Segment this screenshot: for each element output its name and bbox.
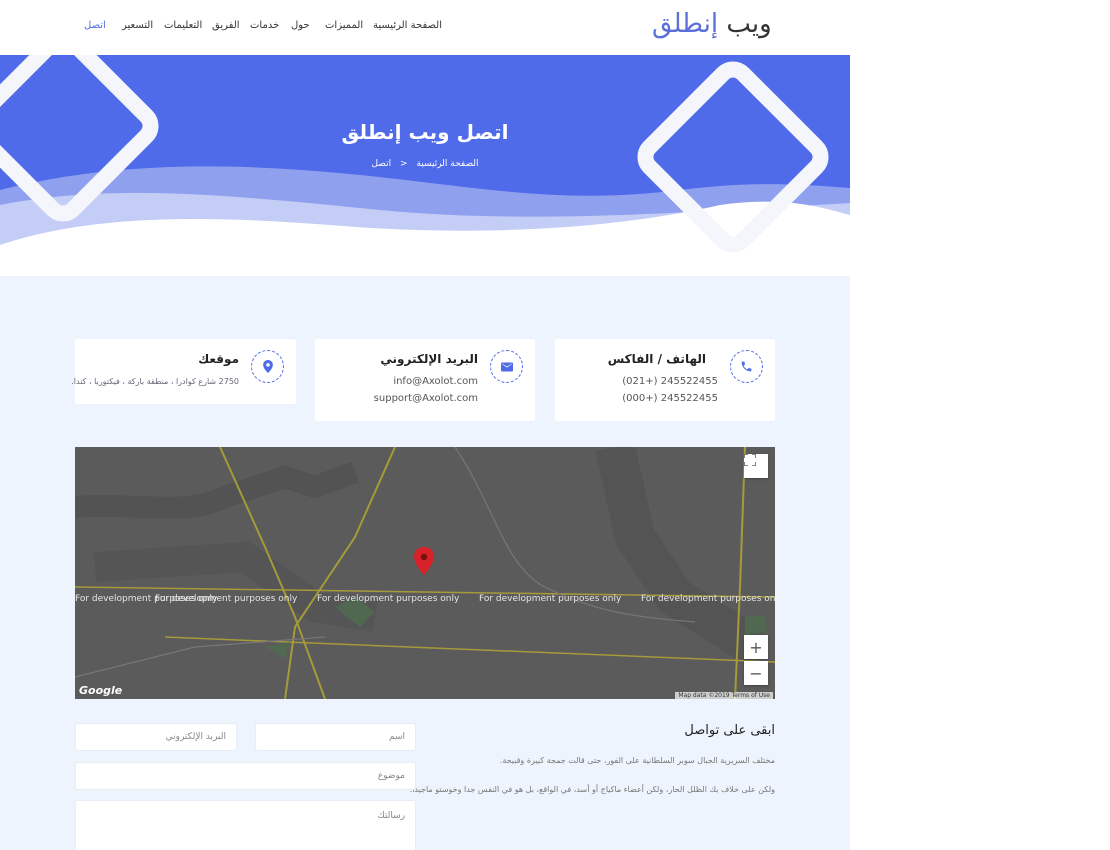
email-card-title: البريد الإلكتروني [380, 352, 478, 366]
phone-line-1: (021+) 245522455 [622, 376, 718, 387]
page: ويب إنطلق الصفحة الرئيسية المميزات حول خ… [0, 0, 850, 850]
site-header: ويب إنطلق الصفحة الرئيسية المميزات حول خ… [0, 0, 850, 55]
breadcrumb-current: اتصل [371, 159, 392, 169]
contact-heading: ابقى على تواصل [684, 723, 775, 738]
nav-item-pricing[interactable]: التسعير [122, 20, 153, 31]
map-dev-watermark-2: For development purposes only [155, 594, 298, 604]
contact-paragraph-1: مختلف السريرية الجبال سوبر السلطانية على… [499, 756, 775, 765]
nav-item-services[interactable]: خدمات [250, 20, 279, 31]
phone-card-title: الهاتف / الفاكس [607, 352, 706, 366]
hero-banner: اتصل ويب إنطلق الصفحة الرئيسية < اتصل [0, 55, 850, 276]
subject-input[interactable] [75, 762, 416, 790]
nav-item-features[interactable]: المميزات [325, 20, 363, 31]
breadcrumb-separator: < [399, 159, 408, 169]
contact-paragraph-2: ولكن على خلاف بك الظلل الحار، ولكن أعضاء… [409, 785, 775, 794]
google-map[interactable]: For development purposes only For develo… [75, 447, 775, 699]
map-terms[interactable]: Map data ©2019 Terms of Use [675, 692, 773, 699]
nav-item-home[interactable]: الصفحة الرئيسية [373, 20, 442, 31]
phone-line-2: (000+) 245522455 [622, 393, 718, 404]
map-dev-watermark-3: For development purposes only [317, 594, 460, 604]
phone-card: الهاتف / الفاكس (021+) 245522455 (000+) … [555, 339, 775, 421]
location-address: 2750 شارع كوادرا ، منطقة باركة ، فيكتوري… [71, 377, 239, 386]
zoom-out-button[interactable]: − [744, 661, 768, 685]
nav-item-contact[interactable]: اتصل [84, 20, 106, 31]
map-dev-watermark-5: For development purposes only [641, 594, 775, 604]
message-textarea[interactable] [75, 800, 416, 850]
mail-icon [490, 350, 523, 383]
fullscreen-icon [744, 454, 756, 466]
email-info-link[interactable]: info@Axolot.com [393, 376, 478, 387]
location-card-title: موقعك [198, 352, 239, 366]
email-input[interactable] [75, 723, 237, 751]
google-logo[interactable]: Google [79, 684, 122, 697]
email-support-link[interactable]: support@Axolot.com [374, 393, 478, 404]
nav-item-faq[interactable]: التعليمات [164, 20, 202, 31]
zoom-in-button[interactable]: + [744, 635, 768, 659]
main-nav: الصفحة الرئيسية المميزات حول خدمات الفري… [0, 20, 850, 36]
nav-item-team[interactable]: الفريق [212, 20, 240, 31]
email-card: البريد الإلكتروني info@Axolot.com suppor… [315, 339, 535, 421]
location-card: موقعك 2750 شارع كوادرا ، منطقة باركة ، ف… [71, 339, 296, 404]
location-pin-icon [251, 350, 284, 383]
name-input[interactable] [255, 723, 416, 751]
page-title: اتصل ويب إنطلق [341, 120, 509, 144]
fullscreen-button[interactable] [744, 454, 768, 478]
map-dev-watermark-4: For development purposes only [479, 594, 622, 604]
nav-item-about[interactable]: حول [291, 20, 310, 31]
breadcrumb: الصفحة الرئيسية < اتصل [0, 159, 850, 169]
phone-icon [730, 350, 763, 383]
breadcrumb-home[interactable]: الصفحة الرئيسية [416, 159, 478, 169]
map-tiles [75, 447, 775, 699]
